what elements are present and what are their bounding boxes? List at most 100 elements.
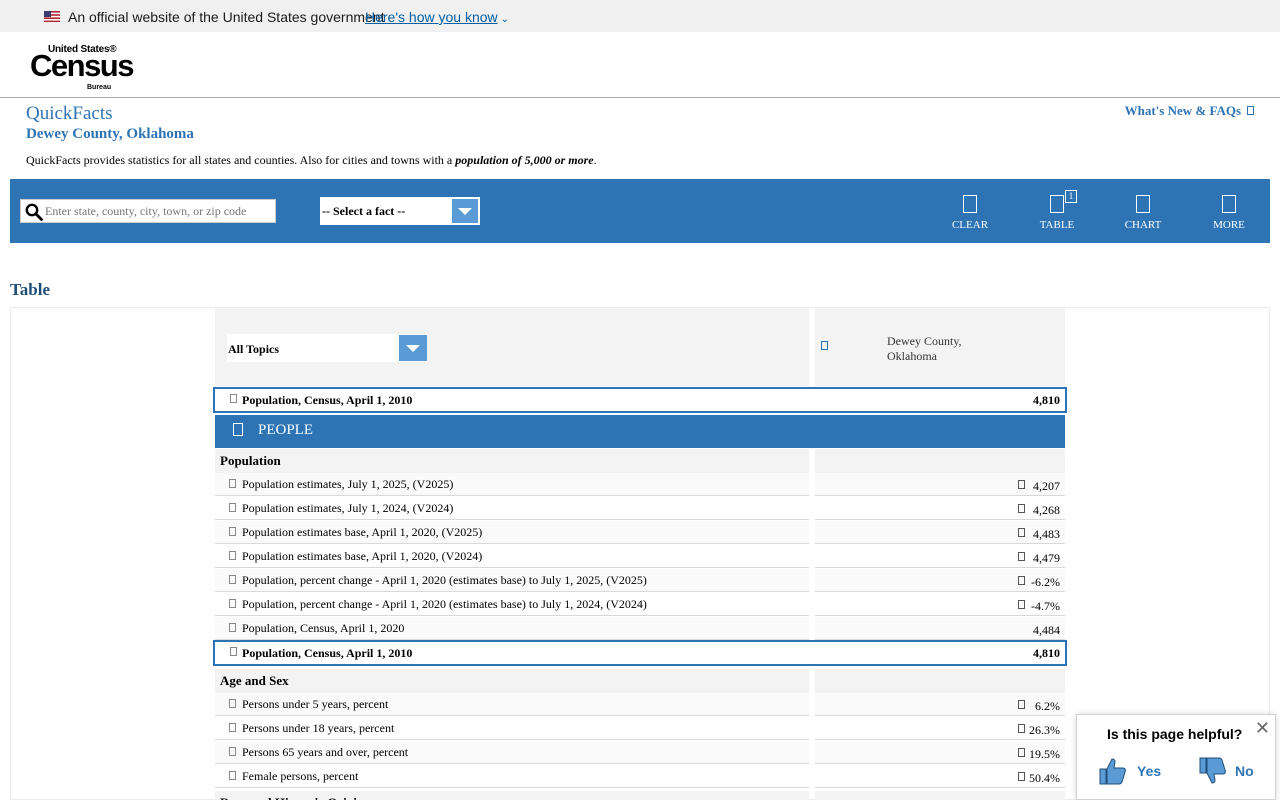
description-prefix: QuickFacts provides statistics for all s… — [26, 153, 456, 167]
heres-how-you-know-label: Here's how you know — [365, 9, 498, 25]
group-header: Age and Sex — [215, 669, 1065, 693]
row-label: Female persons, percent — [242, 769, 359, 783]
table-button[interactable]: 1 TABLE — [1027, 190, 1087, 231]
table-row[interactable]: Persons 65 years and over, percent 19.5% — [215, 741, 1065, 765]
group-label: Age and Sex — [220, 673, 289, 688]
info-icon[interactable] — [229, 699, 236, 708]
gov-banner: An official website of the United States… — [0, 0, 1280, 32]
row-value: 4,268 — [1033, 503, 1060, 517]
more-button[interactable]: MORE — [1199, 195, 1259, 231]
info-icon[interactable] — [229, 771, 236, 780]
row-value-cell — [815, 765, 1065, 788]
group-label: Race and Hispanic Origin — [220, 795, 364, 800]
info-icon[interactable] — [229, 723, 236, 732]
group-header-value-cell — [815, 669, 1065, 693]
table-row[interactable]: Population estimates, July 1, 2025, (V20… — [215, 473, 1065, 497]
pinned-row[interactable]: Population, Census, April 1, 2010 4,810 — [213, 387, 1067, 413]
value-note-icon[interactable] — [1018, 480, 1025, 489]
page-subtitle: Dewey County, Oklahoma — [26, 126, 194, 142]
page-description: QuickFacts provides statistics for all s… — [26, 153, 597, 168]
whats-new-link[interactable]: What's New & FAQs — [1125, 103, 1254, 119]
site-header: United States® Census Bureau — [0, 32, 1280, 98]
chart-button[interactable]: CHART — [1113, 195, 1173, 231]
row-label: Persons under 18 years, percent — [242, 721, 395, 735]
info-icon[interactable] — [230, 647, 237, 656]
group-header: Population — [215, 449, 1065, 473]
row-value-cell — [815, 593, 1065, 616]
close-icon[interactable]: ✕ — [1255, 719, 1270, 737]
row-value: 6.2% — [1035, 699, 1060, 713]
row-label: Persons 65 years and over, percent — [242, 745, 409, 759]
search-box — [20, 199, 276, 223]
group-label: Population — [220, 453, 281, 468]
row-value: -6.2% — [1031, 575, 1060, 589]
location-header: Dewey County, Oklahoma — [815, 308, 1065, 386]
external-link-icon — [1247, 106, 1254, 115]
info-icon[interactable] — [229, 747, 236, 756]
group-header-cell — [215, 669, 809, 693]
row-value: 4,484 — [1033, 623, 1060, 637]
info-icon[interactable] — [229, 527, 236, 536]
table-row[interactable]: Population estimates base, April 1, 2020… — [215, 521, 1065, 545]
row-value-cell — [815, 569, 1065, 592]
info-icon[interactable] — [821, 341, 828, 350]
census-logo[interactable]: United States® Census Bureau — [30, 44, 134, 91]
helpful-widget: Is this page helpful? ✕ Yes No — [1076, 714, 1276, 800]
table-row[interactable]: Female persons, percent 50.4% — [215, 765, 1065, 789]
clear-label: CLEAR — [951, 219, 989, 231]
heres-how-you-know-link[interactable]: Here's how you know ⌄ — [365, 9, 509, 25]
more-label: MORE — [1213, 219, 1245, 231]
info-icon[interactable] — [229, 599, 236, 608]
search-input[interactable] — [45, 202, 273, 220]
row-value: 4,483 — [1033, 527, 1060, 541]
logo-bottom-text: Bureau — [87, 84, 112, 91]
value-note-icon[interactable] — [1018, 724, 1025, 733]
row-value: -4.7% — [1031, 599, 1060, 613]
group-header: Race and Hispanic Origin — [215, 791, 1065, 800]
row-value-cell — [815, 617, 1065, 640]
clear-button[interactable]: CLEAR — [940, 195, 1000, 231]
table-row[interactable]: Population estimates base, April 1, 2020… — [215, 545, 1065, 569]
section-people[interactable]: PEOPLE — [215, 415, 1065, 448]
fact-select[interactable]: -- Select a fact -- — [320, 197, 480, 225]
value-note-icon[interactable] — [1018, 700, 1025, 709]
topic-header: All Topics — [215, 308, 809, 386]
info-icon[interactable] — [230, 394, 237, 403]
topic-select[interactable]: All Topics — [227, 334, 427, 362]
yes-label: Yes — [1137, 763, 1162, 779]
table-row[interactable]: Persons under 5 years, percent 6.2% — [215, 693, 1065, 717]
value-note-icon[interactable] — [1018, 552, 1025, 561]
pinned-row-value: 4,810 — [1033, 393, 1060, 407]
page-title: QuickFacts — [26, 103, 113, 124]
info-icon[interactable] — [229, 623, 236, 632]
info-icon[interactable] — [229, 551, 236, 560]
more-icon — [1222, 195, 1236, 213]
value-note-icon[interactable] — [1018, 600, 1025, 609]
table-row[interactable]: Population, percent change - April 1, 20… — [215, 593, 1065, 617]
row-value: 50.4% — [1029, 771, 1060, 785]
no-label: No — [1235, 763, 1254, 779]
chart-label: CHART — [1124, 219, 1162, 231]
fact-select-value: -- Select a fact -- — [322, 204, 406, 218]
table-row[interactable]: Population, percent change - April 1, 20… — [215, 569, 1065, 593]
chart-icon — [1136, 195, 1150, 213]
info-icon[interactable] — [229, 479, 236, 488]
value-note-icon[interactable] — [1018, 528, 1025, 537]
highlighted-row[interactable]: Population, Census, April 1, 2010 4,810 — [213, 640, 1067, 666]
value-note-icon[interactable] — [1018, 748, 1025, 757]
us-flag-icon — [44, 11, 60, 22]
table-row[interactable]: Population, Census, April 1, 2020 4,484 — [215, 617, 1065, 641]
value-note-icon[interactable] — [1018, 772, 1025, 781]
info-icon[interactable] — [229, 575, 236, 584]
value-note-icon[interactable] — [1018, 576, 1025, 585]
pinned-row-label: Population, Census, April 1, 2010 — [242, 393, 413, 407]
thumbs-up-icon — [1099, 758, 1126, 785]
row-label: Persons under 5 years, percent — [242, 697, 389, 711]
topic-select-value: All Topics — [228, 342, 280, 356]
value-note-icon[interactable] — [1018, 504, 1025, 513]
group-header-value-cell — [815, 791, 1065, 800]
table-row[interactable]: Persons under 18 years, percent 26.3% — [215, 717, 1065, 741]
row-value-cell — [815, 545, 1065, 568]
info-icon[interactable] — [229, 503, 236, 512]
table-row[interactable]: Population estimates, July 1, 2024, (V20… — [215, 497, 1065, 521]
